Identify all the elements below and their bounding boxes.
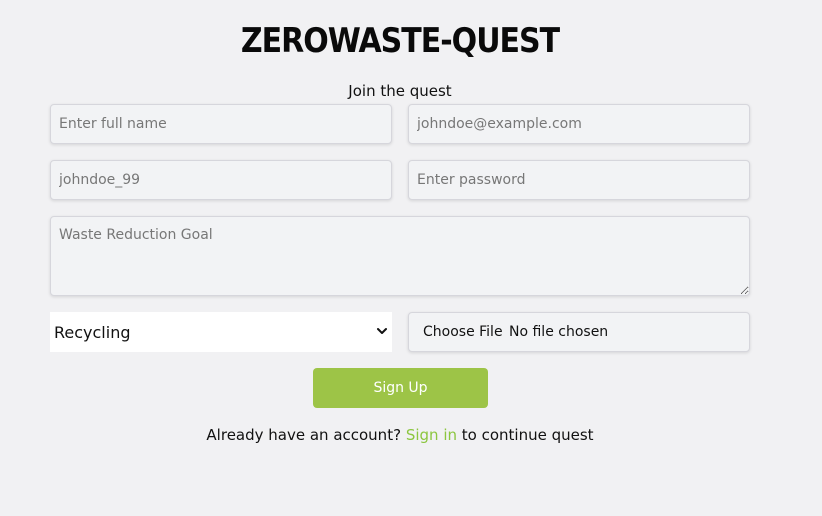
waste-goal-textarea[interactable] xyxy=(50,216,750,296)
category-selected-value: Recycling xyxy=(54,323,131,342)
username-input[interactable] xyxy=(50,160,392,200)
chevron-down-icon xyxy=(377,328,387,334)
password-input[interactable] xyxy=(408,160,750,200)
brand-title: ZEROWASTE-QUEST xyxy=(240,21,560,62)
sign-up-button[interactable]: Sign Up xyxy=(313,368,488,408)
sign-in-link[interactable]: Sign in xyxy=(406,426,457,444)
form-subtitle: Join the quest xyxy=(348,82,452,100)
signin-prompt-suffix: to continue quest xyxy=(461,426,594,444)
signin-prompt: Already have an account? Sign in to cont… xyxy=(0,426,800,444)
file-status-text: No file chosen xyxy=(509,324,609,340)
category-select[interactable]: Recycling xyxy=(50,312,392,352)
choose-file-button[interactable]: Choose File xyxy=(423,324,503,340)
email-input[interactable] xyxy=(408,104,750,144)
file-upload-field[interactable]: Choose File No file chosen xyxy=(408,312,750,352)
signin-prompt-prefix: Already have an account? xyxy=(206,426,402,444)
signup-page: ZEROWASTE-QUEST Join the quest Recycling… xyxy=(0,0,822,516)
full-name-input[interactable] xyxy=(50,104,392,144)
